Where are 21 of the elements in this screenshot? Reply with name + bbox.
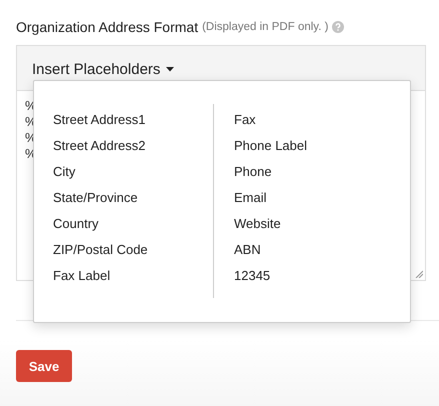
- placeholder-item[interactable]: 12345: [234, 263, 394, 289]
- field-hint: (Displayed in PDF only. ): [202, 20, 328, 32]
- field-label: Organization Address Format: [16, 18, 198, 34]
- placeholder-item[interactable]: ZIP/Postal Code: [53, 237, 213, 263]
- placeholder-item[interactable]: Country: [53, 211, 213, 237]
- placeholder-item[interactable]: State/Province: [53, 185, 213, 211]
- placeholder-item[interactable]: Street Address2: [53, 133, 213, 159]
- placeholder-item[interactable]: Phone: [234, 159, 394, 185]
- placeholder-item[interactable]: Fax: [234, 107, 394, 133]
- help-icon[interactable]: [332, 20, 344, 32]
- placeholder-item[interactable]: Phone Label: [234, 133, 394, 159]
- resize-handle-icon[interactable]: [415, 270, 423, 278]
- save-button[interactable]: Save: [16, 350, 72, 382]
- placeholder-item[interactable]: Email: [234, 185, 394, 211]
- placeholder-item[interactable]: Website: [234, 211, 394, 237]
- placeholder-item[interactable]: Street Address1: [53, 107, 213, 133]
- placeholder-item[interactable]: ABN: [234, 237, 394, 263]
- insert-placeholders-dropdown[interactable]: Insert Placeholders: [32, 60, 174, 78]
- placeholder-item[interactable]: Fax Label: [53, 263, 213, 289]
- caret-icon: [166, 66, 174, 72]
- placeholder-item[interactable]: City: [53, 159, 213, 185]
